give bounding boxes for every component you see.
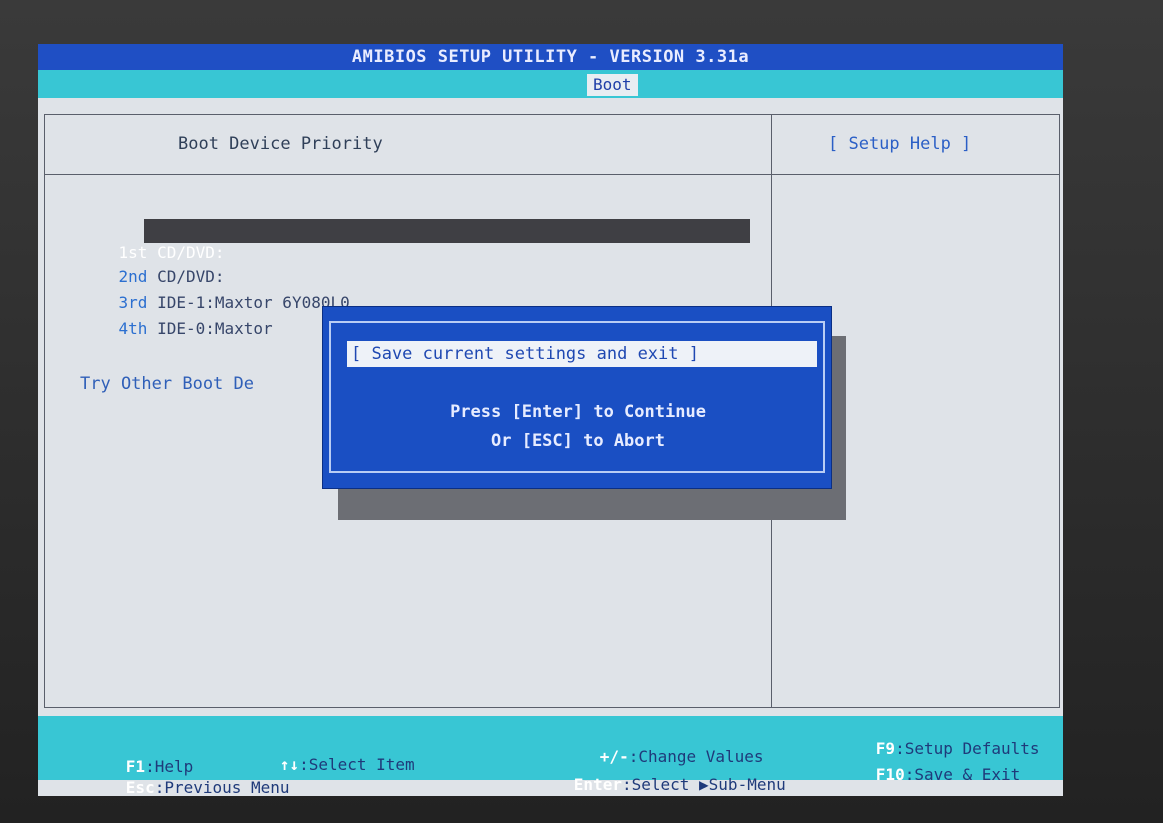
- dialog-continue-text: Press [Enter] to Continue: [450, 402, 706, 422]
- enter-text: :Select ▶Sub-Menu: [621, 775, 786, 794]
- boot-item-value: IDE-0:Maxtor: [157, 319, 273, 338]
- tab-boot[interactable]: Boot: [587, 74, 638, 96]
- panel-divider-horizontal: [44, 174, 1060, 175]
- f10-text: :Save & Exit: [904, 765, 1021, 784]
- esc-key: Esc: [125, 778, 155, 796]
- footer-select-submenu: Enter:Select ▶Sub-Menu: [516, 756, 786, 796]
- setup-help-title: [ Setup Help ]: [828, 134, 972, 154]
- boot-item-2nd[interactable]: 2nd CD/DVD:: [80, 244, 225, 286]
- boot-item-1st[interactable]: 1st CD/DVD:: [80, 220, 225, 262]
- section-title: Boot Device Priority: [178, 134, 383, 154]
- selection-highlight: [144, 219, 750, 243]
- footer-previous-menu: Esc:Previous Menu: [68, 759, 290, 796]
- key-help-footer: F1:Help ↑↓:Select Item Esc:Previous Menu…: [38, 716, 1063, 796]
- bios-screen: AMIBIOS SETUP UTILITY - VERSION 3.31a Bo…: [38, 44, 1063, 796]
- boot-item-4th[interactable]: 4th IDE-0:Maxtor: [80, 296, 273, 338]
- bios-title-bar: AMIBIOS SETUP UTILITY - VERSION 3.31a: [38, 44, 1063, 70]
- bios-title: AMIBIOS SETUP UTILITY - VERSION 3.31a: [351, 47, 750, 67]
- tab-bar: Boot: [38, 70, 1063, 98]
- boot-item-3rd[interactable]: 3rd IDE-1:Maxtor 6Y080L0: [80, 270, 350, 312]
- dialog-abort-text: Or [ESC] to Abort: [491, 431, 665, 451]
- esc-text: :Previous Menu: [154, 778, 290, 796]
- enter-key: Enter: [573, 775, 622, 794]
- footer-save-exit: F10:Save & Exit: [818, 746, 1021, 796]
- f10-key: F10: [875, 765, 905, 784]
- boot-item-order: 4th: [118, 319, 148, 338]
- save-exit-dialog[interactable]: [ Save current settings and exit ] Press…: [322, 306, 832, 489]
- arrows-text: :Select Item: [299, 755, 415, 774]
- try-other-boot-devices[interactable]: Try Other Boot De: [80, 374, 254, 394]
- dialog-title: [ Save current settings and exit ]: [347, 341, 817, 367]
